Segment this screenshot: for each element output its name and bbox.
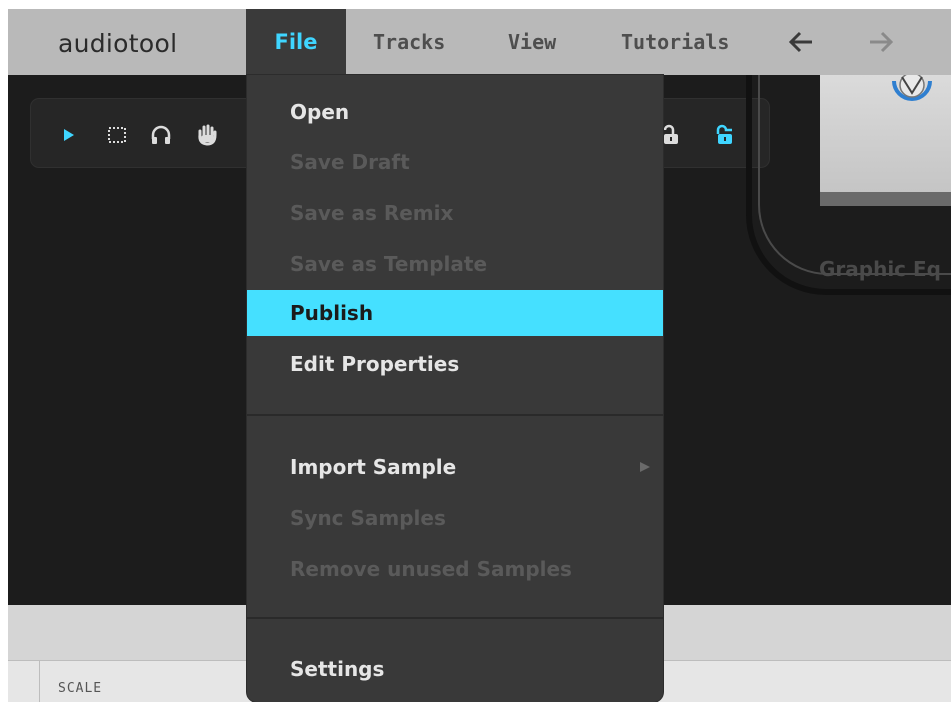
hand-icon[interactable]	[195, 123, 219, 147]
device-label: Graphic Eq	[819, 257, 941, 281]
menu-item-save-draft[interactable]: Save Draft	[247, 139, 663, 185]
file-menu-dropdown: Open Save Draft Save as Remix Save as Te…	[247, 75, 663, 702]
knob-icon[interactable]	[890, 75, 934, 111]
submenu-arrow-icon	[640, 462, 650, 472]
menu-item-settings[interactable]: Settings	[247, 646, 663, 692]
scale-label: SCALE	[58, 681, 103, 696]
menu-item-publish[interactable]: Publish	[247, 290, 663, 336]
menu-tutorials[interactable]: Tutorials	[621, 9, 729, 75]
undo-arrow-icon[interactable]	[786, 27, 816, 57]
lock-icon[interactable]	[713, 123, 737, 147]
redo-arrow-icon[interactable]	[866, 27, 896, 57]
menu-view[interactable]: View	[508, 9, 556, 75]
column-divider	[39, 660, 40, 702]
menu-bar: audiotool File Tracks View Tutorials	[8, 9, 951, 75]
pointer-icon[interactable]	[57, 123, 81, 147]
menu-file[interactable]: File	[246, 9, 346, 75]
menu-separator	[247, 617, 663, 619]
menu-item-remove-unused-samples[interactable]: Remove unused Samples	[247, 546, 663, 592]
menu-item-save-as-remix[interactable]: Save as Remix	[247, 190, 663, 236]
menu-separator	[247, 414, 663, 416]
menu-item-open[interactable]: Open	[247, 89, 663, 135]
device-base	[820, 192, 951, 206]
menu-item-save-as-template[interactable]: Save as Template	[247, 241, 663, 287]
menu-item-edit-properties[interactable]: Edit Properties	[247, 341, 663, 387]
menu-item-label: Import Sample	[290, 455, 457, 479]
menu-item-import-sample[interactable]: Import Sample	[247, 444, 663, 490]
menu-item-sync-samples[interactable]: Sync Samples	[247, 495, 663, 541]
app-logo[interactable]: audiotool	[58, 29, 177, 58]
menu-tracks[interactable]: Tracks	[373, 9, 445, 75]
marquee-select-icon[interactable]	[105, 123, 129, 147]
headphones-icon[interactable]	[149, 123, 173, 147]
